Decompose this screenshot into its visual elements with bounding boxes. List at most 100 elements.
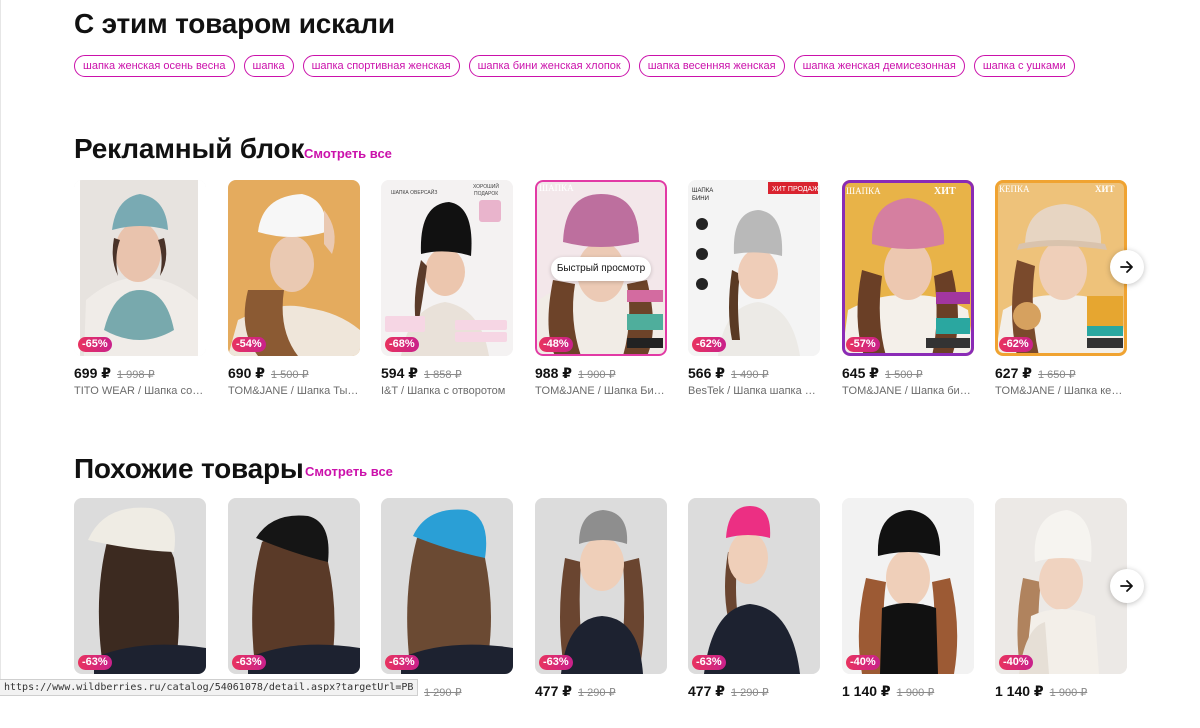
discount-badge: -63% — [232, 655, 266, 670]
old-price: 1 900 ₽ — [1049, 687, 1088, 699]
discount-badge: -57% — [846, 337, 880, 352]
search-tag[interactable]: шапка женская осень весна — [74, 55, 235, 77]
quick-view-button[interactable]: Быстрый просмотр — [551, 257, 651, 281]
discount-badge: -48% — [539, 337, 573, 352]
product-name[interactable]: TOM&JANE / Шапка бини... — [842, 385, 974, 397]
similar-see-all-link[interactable]: Смотреть все — [305, 465, 393, 478]
price: 566 ₽ — [688, 365, 725, 381]
status-bar-url: https://www.wildberries.ru/catalog/54061… — [0, 679, 419, 696]
product-card[interactable]: ШАПКА ХИТ -57% 645 ₽ 1 500 ₽ TOM&JANE / Ш… — [842, 180, 974, 397]
old-price: 1 290 ₽ — [424, 687, 462, 699]
ads-carousel: -65% 699 ₽ 1 998 ₽ TITO WEAR / Шапка со с… — [74, 180, 1134, 410]
product-image[interactable]: -63% — [228, 498, 360, 674]
product-card[interactable]: ШАПКА Быстрый просмотр -48% 988 ₽ 1 900 ₽… — [535, 180, 667, 397]
product-card[interactable]: -63% 477 ₽1 290 ₽ — [74, 498, 206, 700]
old-price: 1 650 ₽ — [1038, 369, 1076, 381]
ads-see-all-link[interactable]: Смотреть все — [304, 147, 392, 160]
product-card[interactable]: КЕПКА ХИТ -62% 627 ₽ 1 650 ₽ TOM&JANE / Ш… — [995, 180, 1127, 397]
search-tag[interactable]: шапка бини женская хлопок — [468, 55, 630, 77]
discount-badge: -63% — [692, 655, 726, 670]
product-image[interactable]: -65% — [74, 180, 206, 356]
similar-title: Похожие товары — [74, 453, 304, 484]
svg-text:КЕПКА: КЕПКА — [999, 184, 1030, 194]
old-price: 1 500 ₽ — [271, 369, 309, 381]
old-price: 1 500 ₽ — [885, 369, 923, 381]
svg-text:ШАПКА: ШАПКА — [539, 183, 574, 193]
discount-badge: -63% — [539, 655, 573, 670]
search-tags: шапка женская осень весна шапка шапка сп… — [74, 55, 1075, 77]
price: 477 ₽ — [535, 683, 572, 699]
product-image[interactable]: -54% — [228, 180, 360, 356]
product-name[interactable]: I&T / Шапка с отворотом — [381, 385, 513, 397]
product-image[interactable]: -63% — [74, 498, 206, 674]
product-card[interactable]: -63% 477 ₽ 1 290 ₽ — [535, 498, 667, 700]
svg-text:ШАПКА ОВЕРСАЙЗ: ШАПКА ОВЕРСАЙЗ — [391, 188, 437, 196]
search-tag[interactable]: шапка с ушками — [973, 55, 1075, 77]
ads-next-button[interactable] — [1110, 250, 1144, 284]
discount-badge: -40% — [846, 655, 880, 670]
svg-text:БИНИ: БИНИ — [692, 196, 709, 202]
price: 1 140 ₽ — [995, 683, 1044, 699]
price: 690 ₽ — [228, 365, 265, 381]
discount-badge: -62% — [692, 337, 726, 352]
product-image[interactable]: ШАПКА ХИТ -57% — [842, 180, 974, 356]
svg-text:ШАПКА: ШАПКА — [692, 188, 713, 194]
arrow-right-icon — [1120, 261, 1133, 273]
product-card[interactable]: -63% 477 ₽ 1 290 ₽ — [688, 498, 820, 700]
discount-badge: -63% — [78, 655, 112, 670]
old-price: 1 858 ₽ — [424, 369, 462, 381]
page-left-border — [0, 0, 1, 694]
svg-text:ХОРОШИЙ: ХОРОШИЙ — [473, 182, 499, 190]
discount-badge: -40% — [999, 655, 1033, 670]
old-price: 1 900 ₽ — [578, 369, 616, 381]
old-price: 1 900 ₽ — [896, 687, 935, 699]
price: 1 140 ₽ — [842, 683, 891, 699]
search-tag[interactable]: шапка — [243, 55, 294, 77]
product-name[interactable]: TOM&JANE / Шапка Бин... — [535, 385, 667, 397]
old-price: 1 490 ₽ — [731, 369, 769, 381]
discount-badge: -62% — [999, 337, 1033, 352]
product-image[interactable]: ШАПКА ОВЕРСАЙЗ ХОРОШИЙ ПОДАРОК -68% — [381, 180, 513, 356]
product-image[interactable]: ШАПКА Быстрый просмотр -48% — [535, 180, 667, 356]
price: 988 ₽ — [535, 365, 572, 381]
product-name[interactable]: TOM&JANE / Шапка Тыко... — [228, 385, 360, 397]
ads-title: Рекламный блок — [74, 133, 305, 164]
svg-text:ХИТ: ХИТ — [1095, 184, 1115, 194]
old-price: 1 290 ₽ — [578, 687, 616, 699]
product-card[interactable]: -54% 690 ₽ 1 500 ₽ TOM&JANE / Шапка Тыко.… — [228, 180, 360, 397]
product-card[interactable]: -63% 477 ₽1 290 ₽ — [381, 498, 513, 700]
product-image[interactable]: -40% — [842, 498, 974, 674]
product-card[interactable]: -63% 477 ₽1 290 ₽ — [228, 498, 360, 700]
svg-text:ХИТ ПРОДАЖ: ХИТ ПРОДАЖ — [772, 186, 819, 193]
product-image[interactable]: КЕПКА ХИТ -62% — [995, 180, 1127, 356]
svg-text:ПОДАРОК: ПОДАРОК — [474, 191, 498, 197]
product-card[interactable]: ШАПКА ОВЕРСАЙЗ ХОРОШИЙ ПОДАРОК -68% 594 … — [381, 180, 513, 397]
svg-text:ХИТ: ХИТ — [934, 186, 956, 197]
searched-title: С этим товаром искали — [74, 8, 395, 39]
discount-badge: -54% — [232, 337, 266, 352]
product-image[interactable]: ХИТ ПРОДАЖ ШАПКА БИНИ -62% — [688, 180, 820, 356]
search-tag[interactable]: шапка весенняя женская — [638, 55, 785, 77]
product-card[interactable]: ХИТ ПРОДАЖ ШАПКА БИНИ -62% 566 ₽1 490 ₽ … — [688, 180, 820, 397]
product-image[interactable]: -63% — [535, 498, 667, 674]
product-name[interactable]: BesTek / Шапка шапка ж... — [688, 385, 820, 397]
similar-next-button[interactable] — [1110, 569, 1144, 603]
price: 477 ₽ — [688, 683, 725, 699]
discount-badge: -63% — [385, 655, 419, 670]
price: 594 ₽ — [381, 365, 418, 381]
search-tag[interactable]: шапка женская демисезонная — [793, 55, 965, 77]
product-image[interactable]: -63% — [688, 498, 820, 674]
price: 627 ₽ — [995, 365, 1032, 381]
arrow-right-icon — [1120, 580, 1133, 592]
product-name[interactable]: TITO WEAR / Шапка со с... — [74, 385, 206, 397]
product-image[interactable]: -40% — [995, 498, 1127, 674]
price: 645 ₽ — [842, 365, 879, 381]
old-price: 1 290 ₽ — [731, 687, 769, 699]
product-card[interactable]: -40% 1 140 ₽ 1 900 ₽ — [842, 498, 974, 700]
product-card[interactable]: -65% 699 ₽ 1 998 ₽ TITO WEAR / Шапка со с… — [74, 180, 206, 397]
search-tag[interactable]: шапка спортивная женская — [302, 55, 460, 77]
svg-text:ШАПКА: ШАПКА — [846, 186, 881, 196]
product-name[interactable]: TOM&JANE / Шапка кепка — [995, 385, 1127, 397]
product-card[interactable]: -40% 1 140 ₽ 1 900 ₽ — [995, 498, 1127, 700]
product-image[interactable]: -63% — [381, 498, 513, 674]
